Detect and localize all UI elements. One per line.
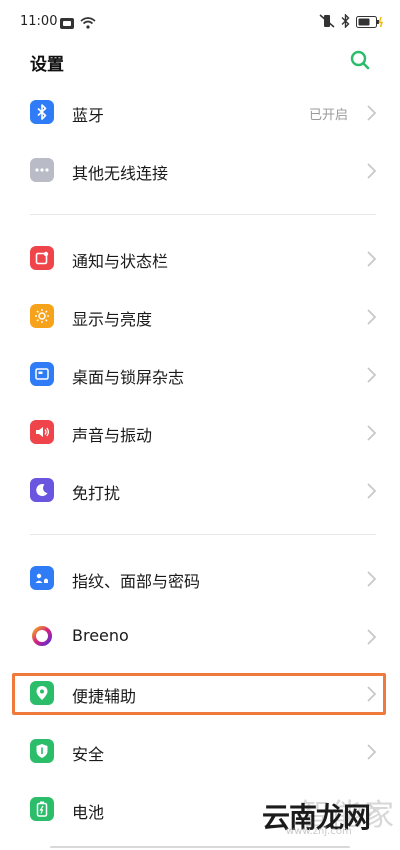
settings-item-security[interactable]: 安全 [0, 726, 400, 778]
settings-item-label: 显示与亮度 [72, 310, 153, 329]
settings-item-bluetooth[interactable]: 蓝牙 已开启 [0, 87, 400, 139]
chevron-right-icon [366, 250, 378, 268]
mute-vibrate-icon [319, 13, 335, 32]
status-right-icons [319, 13, 384, 32]
message-icon [60, 14, 74, 33]
settings-item-label: 声音与振动 [72, 426, 153, 445]
search-button[interactable] [348, 48, 372, 72]
wallpaper-icon [30, 362, 54, 386]
section-divider [30, 534, 376, 535]
settings-item-label: 安全 [72, 745, 105, 764]
chevron-right-icon [366, 570, 378, 588]
settings-item-label: 指纹、面部与密码 [72, 572, 201, 591]
battery-icon [30, 797, 54, 821]
settings-item-fingerprint[interactable]: 指纹、面部与密码 [0, 553, 400, 605]
chevron-right-icon [366, 482, 378, 500]
settings-item-label: 蓝牙 [72, 106, 105, 125]
chevron-right-icon [366, 308, 378, 326]
settings-item-label: 通知与状态栏 [72, 252, 169, 271]
watermark-url: www.znj.com [286, 826, 352, 837]
settings-item-other-wireless[interactable]: 其他无线连接 [0, 145, 400, 197]
settings-item-value: 已开启 [308, 108, 348, 123]
section-divider [30, 214, 376, 215]
page-title: 设置 [30, 55, 64, 75]
settings-item-wallpaper[interactable]: 桌面与锁屏杂志 [0, 349, 400, 401]
settings-item-label: 桌面与锁屏杂志 [72, 368, 185, 387]
settings-item-label: Breeno [72, 626, 129, 645]
page-header: 设置 [0, 44, 400, 78]
chevron-right-icon [366, 424, 378, 442]
chevron-right-icon [366, 104, 378, 122]
search-icon [350, 50, 370, 70]
battery-status-icon [356, 13, 384, 32]
settings-item-label: 电池 [72, 803, 105, 822]
scroll-edge-line [50, 846, 350, 848]
more-connections-icon [30, 158, 54, 182]
brightness-icon [30, 304, 54, 328]
sound-icon [30, 420, 54, 444]
bluetooth-icon [30, 100, 54, 124]
fingerprint-icon [30, 566, 54, 590]
wifi-icon [80, 14, 96, 33]
settings-item-sound[interactable]: 声音与振动 [0, 407, 400, 459]
status-left-icons [60, 14, 96, 33]
settings-item-label: 其他无线连接 [72, 164, 169, 183]
settings-item-display[interactable]: 显示与亮度 [0, 291, 400, 343]
highlight-box [12, 673, 386, 715]
chevron-right-icon [366, 162, 378, 180]
breeno-icon [30, 624, 54, 648]
status-bar: 11:00 [0, 0, 400, 44]
moon-icon [30, 478, 54, 502]
settings-item-do-not-disturb[interactable]: 免打扰 [0, 465, 400, 517]
shield-icon [30, 739, 54, 763]
settings-item-notifications[interactable]: 通知与状态栏 [0, 233, 400, 285]
chevron-right-icon [366, 366, 378, 384]
chevron-right-icon [366, 743, 378, 761]
status-time: 11:00 [20, 14, 58, 29]
settings-item-breeno[interactable]: Breeno [0, 611, 400, 663]
chevron-right-icon [366, 628, 378, 646]
settings-item-label: 免打扰 [72, 484, 121, 503]
bluetooth-status-icon [341, 13, 350, 32]
notification-icon [30, 246, 54, 270]
